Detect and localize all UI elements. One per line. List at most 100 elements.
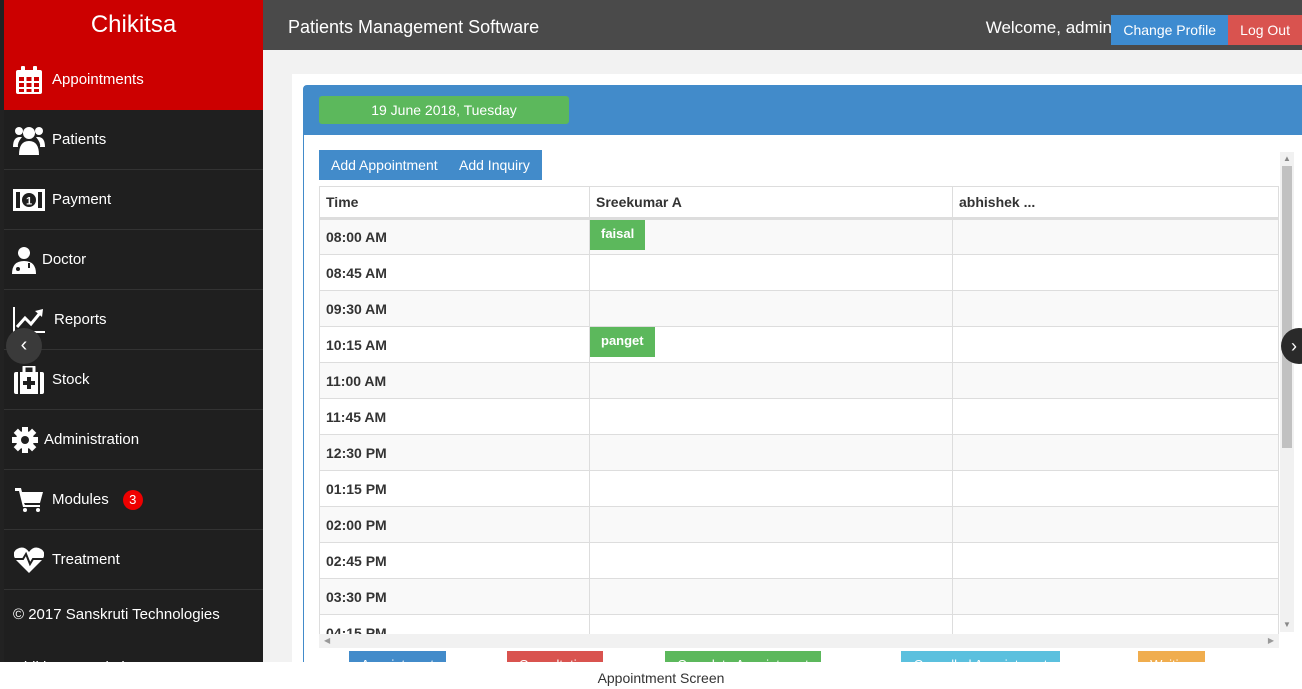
collapse-sidebar-button[interactable]: ‹ (6, 328, 42, 364)
scroll-down-arrow[interactable]: ▼ (1280, 618, 1294, 632)
appointment-slot[interactable] (589, 578, 953, 615)
panel-header: 19 June 2018, Tuesday (304, 86, 1302, 135)
change-profile-button[interactable]: Change Profile (1111, 15, 1228, 45)
column-header-doctor: Sreekumar A (589, 186, 953, 220)
sidebar: Chikitsa Appointments Patients 1 Payment… (4, 0, 263, 662)
table-row: 08:00 AM faisal (319, 218, 1279, 255)
date-selector[interactable]: 19 June 2018, Tuesday (319, 96, 569, 124)
table-row: 10:15 AM panget (319, 326, 1279, 363)
time-cell: 10:15 AM (319, 326, 590, 363)
appointment-slot[interactable] (952, 578, 1279, 615)
table-row: 02:45 PM (319, 542, 1279, 579)
appointment-slot[interactable] (589, 470, 953, 507)
sidebar-item-label: Patients (52, 131, 107, 148)
heartbeat-icon (12, 545, 46, 575)
appointment-slot[interactable] (952, 542, 1279, 579)
sidebar-item-label: Doctor (42, 251, 87, 268)
scroll-left-arrow[interactable]: ◀ (324, 634, 330, 648)
modules-count-badge: 3 (122, 489, 143, 510)
appointment-slot[interactable] (952, 614, 1279, 634)
appointment-slot[interactable] (589, 362, 953, 399)
table-row: 03:30 PM (319, 578, 1279, 615)
sidebar-item-doctor[interactable]: Doctor (4, 230, 263, 290)
appointment-slot[interactable] (589, 290, 953, 327)
table-row: 09:30 AM (319, 290, 1279, 327)
appointment-slot[interactable] (952, 434, 1279, 471)
table-row: 01:15 PM (319, 470, 1279, 507)
table-row: 04:15 PM (319, 614, 1279, 634)
appointment-slot[interactable] (952, 326, 1279, 363)
appointment-slot[interactable] (952, 254, 1279, 291)
appointment-slot[interactable] (589, 434, 953, 471)
table-row: 08:45 AM (319, 254, 1279, 291)
add-appointment-button[interactable]: Add Appointment (319, 150, 450, 180)
vertical-scrollbar[interactable]: ▲ ▼ (1280, 152, 1294, 632)
sidebar-item-label: Reports (54, 311, 107, 328)
table-row: 11:45 AM (319, 398, 1279, 435)
appointment-block[interactable]: panget (590, 327, 655, 357)
appointment-slot[interactable]: faisal (589, 218, 953, 255)
legend-appointment: Appointment (349, 651, 446, 662)
time-cell: 11:00 AM (319, 362, 590, 399)
time-cell: 12:30 PM (319, 434, 590, 471)
sidebar-item-appointments[interactable]: Appointments (4, 50, 263, 110)
sidebar-item-payment[interactable]: 1 Payment (4, 170, 263, 230)
medkit-icon (12, 365, 46, 395)
appointment-slot[interactable] (952, 362, 1279, 399)
sidebar-item-label: Administration (44, 431, 140, 448)
svg-text:1: 1 (26, 195, 32, 207)
brand-logo[interactable]: Chikitsa (4, 0, 263, 50)
appointment-table: Time Sreekumar A abhishek ... 08:00 AM fa… (319, 186, 1279, 634)
table-row: 02:00 PM (319, 506, 1279, 543)
copyright-text: © 2017 Sanskruti Technologies (13, 606, 220, 623)
horizontal-scrollbar[interactable]: ◀ ▶ (319, 634, 1279, 648)
sidebar-item-reports[interactable]: Reports (4, 290, 263, 350)
scroll-thumb[interactable] (1282, 166, 1292, 448)
scroll-up-arrow[interactable]: ▲ (1280, 152, 1294, 166)
sidebar-item-modules[interactable]: Modules 3 (4, 470, 263, 530)
legend-cancelled-appointment: Cancelled Appointment (901, 651, 1060, 662)
time-cell: 02:00 PM (319, 506, 590, 543)
appointment-block[interactable]: faisal (590, 220, 646, 250)
appointment-slot[interactable] (952, 470, 1279, 507)
sidebar-item-stock[interactable]: Stock (4, 350, 263, 410)
screenshot-caption: Appointment Screen (597, 670, 725, 686)
appointment-slot[interactable] (952, 398, 1279, 435)
appointment-slot[interactable]: panget (589, 326, 953, 363)
appointment-slot[interactable] (952, 290, 1279, 327)
sidebar-item-label: Payment (52, 191, 112, 208)
appointment-slot[interactable] (589, 542, 953, 579)
money-icon: 1 (12, 185, 46, 215)
logout-button[interactable]: Log Out (1228, 15, 1302, 45)
welcome-text: Welcome, admin (985, 18, 1112, 37)
version-text: Chikitsa Hospital Management 0.0.5 (4, 639, 263, 662)
calendar-icon (12, 65, 46, 95)
time-cell: 04:15 PM (319, 614, 590, 634)
time-cell: 02:45 PM (319, 542, 590, 579)
legend-consultation: Consultation (507, 651, 603, 662)
appointment-slot[interactable] (589, 254, 953, 291)
time-cell: 01:15 PM (319, 470, 590, 507)
table-row: 12:30 PM (319, 434, 1279, 471)
appointment-slot[interactable] (589, 398, 953, 435)
appointment-slot[interactable] (589, 614, 953, 634)
add-inquiry-button[interactable]: Add Inquiry (447, 150, 542, 180)
users-icon (12, 125, 46, 155)
appointment-table-scroll[interactable]: Time Sreekumar A abhishek ... 08:00 AM fa… (319, 186, 1279, 634)
table-row: 11:00 AM (319, 362, 1279, 399)
time-cell: 08:45 AM (319, 254, 590, 291)
appointment-slot[interactable] (952, 218, 1279, 255)
app-window: Chikitsa Appointments Patients 1 Payment… (0, 0, 1302, 662)
gear-icon (12, 425, 38, 455)
scroll-right-arrow[interactable]: ▶ (1268, 634, 1274, 648)
header-title: Patients Management Software (288, 17, 540, 37)
sidebar-item-administration[interactable]: Administration (4, 410, 263, 470)
time-cell: 08:00 AM (319, 218, 590, 255)
column-header-doctor: abhishek ... (952, 186, 1279, 220)
top-header: Patients Management Software Welcome, ad… (263, 0, 1302, 50)
appointment-slot[interactable] (952, 506, 1279, 543)
appointment-slot[interactable] (589, 506, 953, 543)
time-cell: 03:30 PM (319, 578, 590, 615)
sidebar-item-treatment[interactable]: Treatment (4, 530, 263, 590)
sidebar-item-patients[interactable]: Patients (4, 110, 263, 170)
